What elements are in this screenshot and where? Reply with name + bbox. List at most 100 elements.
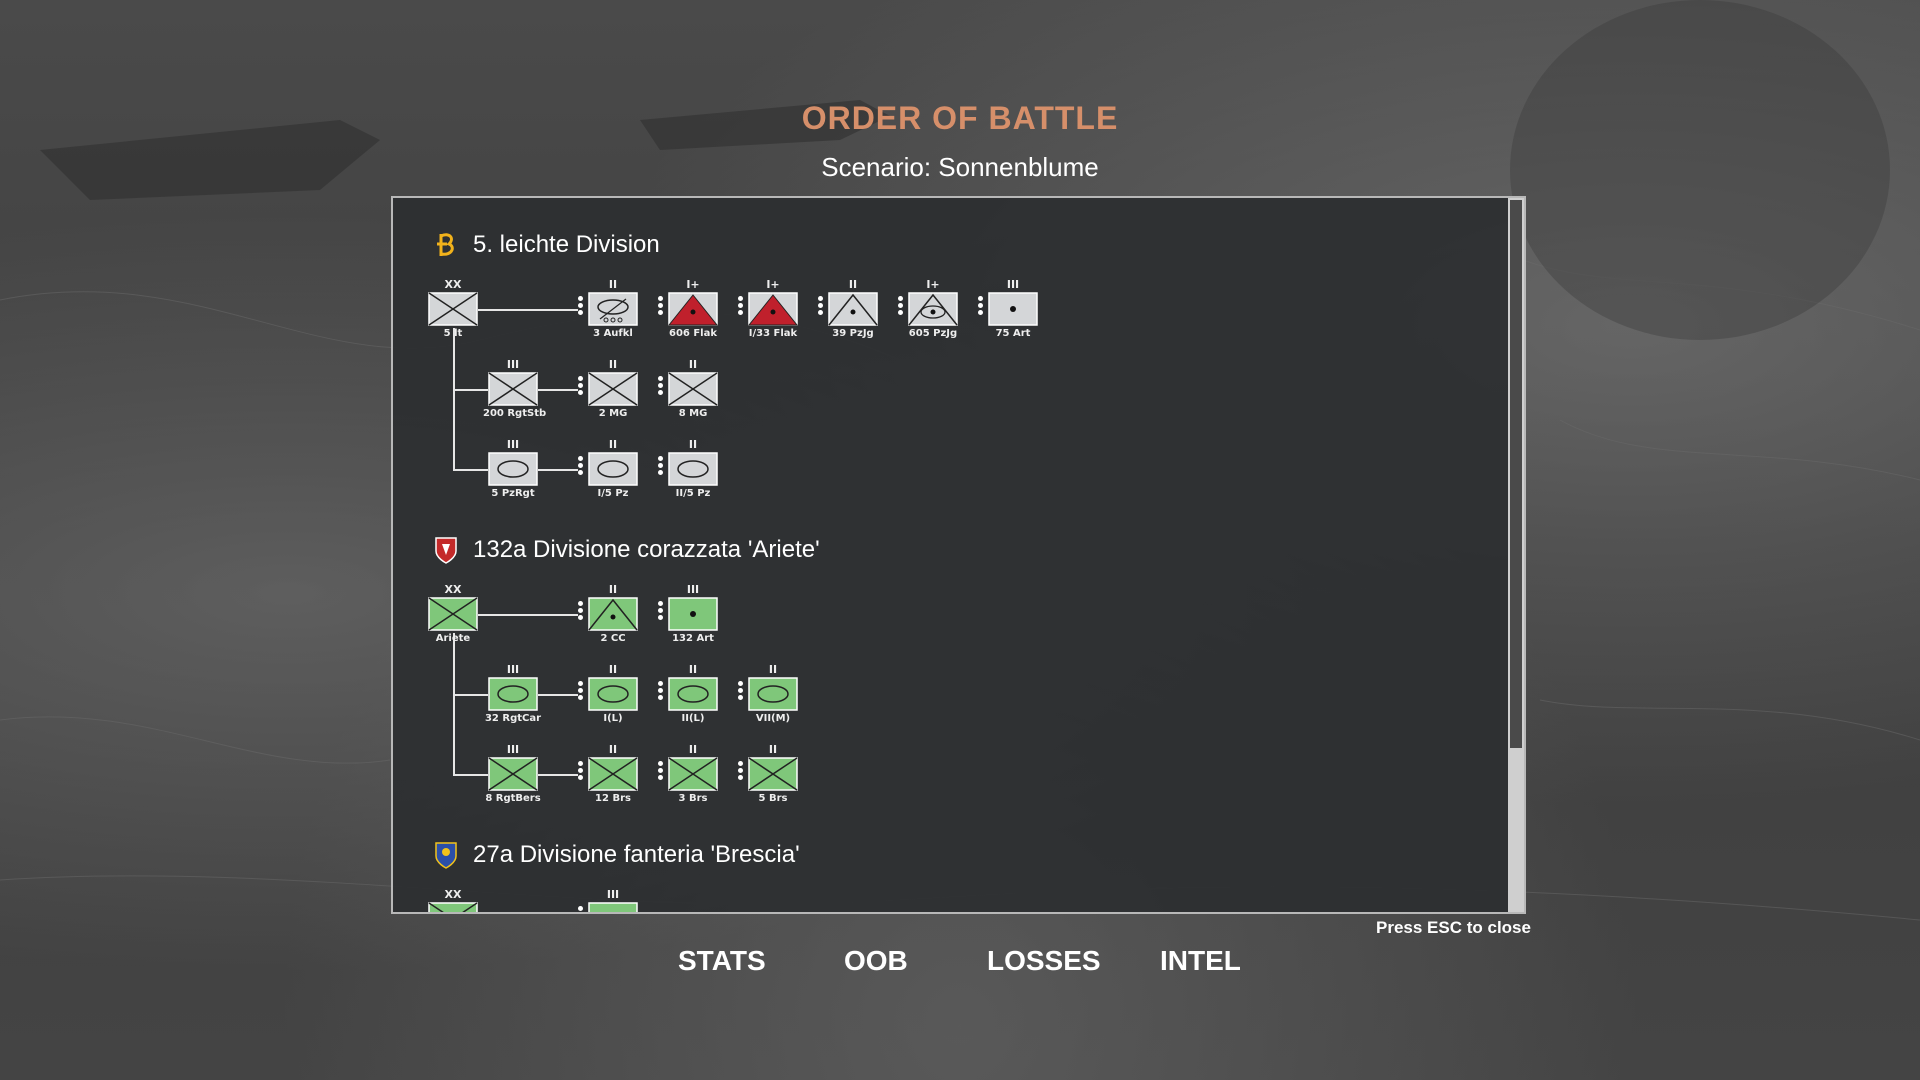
unit-symbol-infantry bbox=[488, 372, 538, 406]
unit-counter[interactable]: II 3 Brs bbox=[658, 743, 723, 804]
unit-counter[interactable]: II VII(M) bbox=[738, 663, 803, 724]
unit-counter[interactable]: II II/5 Pz bbox=[658, 438, 723, 499]
unit-counter[interactable]: I+ I/33 Flak bbox=[738, 278, 803, 339]
unit-label: 5 Brs bbox=[758, 793, 788, 804]
unit-counter[interactable]: II 39 PzJg bbox=[818, 278, 883, 339]
unit-counter[interactable]: III 5 PzRgt bbox=[483, 438, 543, 499]
unit-size-marker: II bbox=[608, 278, 618, 291]
scenario-subtitle: Scenario: Sonnenblume bbox=[821, 152, 1099, 182]
unit-size-marker: III bbox=[506, 358, 520, 371]
unit-label: 8 MG bbox=[678, 408, 708, 419]
scrollbar[interactable] bbox=[1508, 198, 1524, 912]
strength-pips bbox=[658, 601, 664, 622]
unit-counter[interactable]: II 8 MG bbox=[658, 358, 723, 419]
unit-size-marker: II bbox=[608, 583, 618, 596]
unit-counter[interactable]: II 3 Aufkl bbox=[578, 278, 643, 339]
strength-pips bbox=[578, 376, 584, 397]
strength-pips bbox=[658, 296, 664, 317]
strength-pips bbox=[578, 296, 584, 317]
unit-symbol-antitank bbox=[578, 597, 638, 631]
unit-counter[interactable]: XX 5 lt bbox=[423, 278, 483, 339]
esc-hint: Press ESC to close bbox=[1376, 918, 1531, 937]
unit-label: 606 Flak bbox=[668, 328, 717, 339]
strength-pips bbox=[738, 681, 744, 702]
division-name: 5. leichte Division bbox=[473, 231, 660, 258]
unit-label: 12 Brs bbox=[595, 793, 631, 804]
unit-counter[interactable]: III 200 RgtStb bbox=[483, 358, 547, 419]
unit-size-marker: XX bbox=[444, 583, 462, 596]
unit-label: I/33 Flak bbox=[748, 328, 798, 339]
unit-counter[interactable]: II 5 Brs bbox=[738, 743, 803, 804]
unit-symbol-flak bbox=[658, 292, 719, 326]
unit-size-marker: XX bbox=[444, 278, 462, 291]
unit-label: 8 RgtBers bbox=[485, 793, 541, 804]
tab-intel[interactable]: INTEL bbox=[1160, 945, 1241, 985]
unit-size-marker: II bbox=[688, 663, 698, 676]
ariete-crest-icon bbox=[435, 537, 457, 564]
hierarchy-connector bbox=[453, 633, 455, 775]
strength-pips bbox=[738, 761, 744, 782]
unit-label: 5 lt bbox=[443, 328, 463, 339]
unit-counter[interactable]: XX Ariete bbox=[423, 583, 483, 644]
unit-label: 32 RgtCar bbox=[484, 713, 542, 724]
unit-counter[interactable]: III 8 RgtBers bbox=[483, 743, 543, 804]
hierarchy-connector bbox=[478, 614, 578, 616]
unit-counter[interactable]: III 32 RgtCar bbox=[483, 663, 543, 724]
unit-counter[interactable]: XX bbox=[423, 888, 483, 912]
unit-size-marker: II bbox=[848, 278, 858, 291]
unit-label: VII(M) bbox=[755, 713, 791, 724]
unit-counter[interactable]: II I/5 Pz bbox=[578, 438, 643, 499]
unit-symbol-armor bbox=[578, 677, 638, 711]
unit-counter[interactable]: III bbox=[578, 888, 643, 912]
unit-symbol-infantry bbox=[658, 757, 718, 791]
strength-pips bbox=[658, 376, 664, 397]
unit-symbol-artillery bbox=[658, 597, 718, 631]
unit-counter[interactable]: III 75 Art bbox=[978, 278, 1043, 339]
unit-symbol-infantry bbox=[428, 597, 478, 631]
brescia-crest-icon bbox=[435, 842, 457, 869]
unit-symbol-flak bbox=[738, 292, 799, 326]
unit-size-marker: III bbox=[506, 663, 520, 676]
unit-symbol-infantry bbox=[428, 902, 478, 912]
hierarchy-connector bbox=[478, 309, 578, 311]
unit-symbol-recon-armor bbox=[578, 292, 638, 326]
tab-stats[interactable]: STATS bbox=[678, 945, 766, 985]
unit-symbol-artillery bbox=[978, 292, 1038, 326]
unit-symbol-infantry bbox=[738, 757, 798, 791]
unit-counter[interactable]: I+ 606 Flak bbox=[658, 278, 723, 339]
unit-label: II(L) bbox=[681, 713, 705, 724]
unit-label: I/5 Pz bbox=[597, 488, 629, 499]
unit-symbol-infantry bbox=[658, 372, 718, 406]
hierarchy-connector bbox=[538, 774, 578, 776]
unit-counter[interactable]: II 2 CC bbox=[578, 583, 643, 644]
page-title: ORDER OF BATTLE bbox=[801, 100, 1119, 136]
oob-panel[interactable]: 5. leichte Division 132a Divisione coraz… bbox=[391, 196, 1526, 914]
unit-counter[interactable]: II I(L) bbox=[578, 663, 643, 724]
unit-label: 39 PzJg bbox=[832, 328, 874, 339]
unit-label: 200 RgtStb bbox=[483, 408, 547, 419]
unit-label: 605 PzJg bbox=[908, 328, 958, 339]
unit-size-marker: II bbox=[608, 358, 618, 371]
unit-size-marker: II bbox=[768, 663, 778, 676]
unit-counter[interactable]: II 12 Brs bbox=[578, 743, 643, 804]
hierarchy-connector bbox=[453, 328, 455, 470]
unit-label: 2 CC bbox=[600, 633, 626, 644]
strength-pips bbox=[578, 906, 584, 912]
unit-label: 5 PzRgt bbox=[491, 488, 535, 499]
unit-symbol-antitank-armor bbox=[898, 292, 958, 326]
tab-oob[interactable]: OOB bbox=[844, 945, 908, 985]
unit-counter[interactable]: I+ 605 PzJg bbox=[898, 278, 963, 339]
strength-pips bbox=[578, 456, 584, 477]
unit-symbol-infantry bbox=[428, 292, 478, 326]
strength-pips bbox=[898, 296, 904, 317]
unit-size-marker: II bbox=[688, 438, 698, 451]
unit-counter[interactable]: II II(L) bbox=[658, 663, 723, 724]
unit-label: 75 Art bbox=[995, 328, 1031, 339]
unit-size-marker: II bbox=[768, 743, 778, 756]
unit-symbol-armor bbox=[578, 452, 638, 486]
unit-counter[interactable]: III 132 Art bbox=[658, 583, 723, 644]
unit-size-marker: I+ bbox=[766, 278, 780, 291]
unit-counter[interactable]: II 2 MG bbox=[578, 358, 643, 419]
tab-losses[interactable]: LOSSES bbox=[987, 945, 1101, 985]
scrollbar-thumb[interactable] bbox=[1510, 200, 1522, 748]
